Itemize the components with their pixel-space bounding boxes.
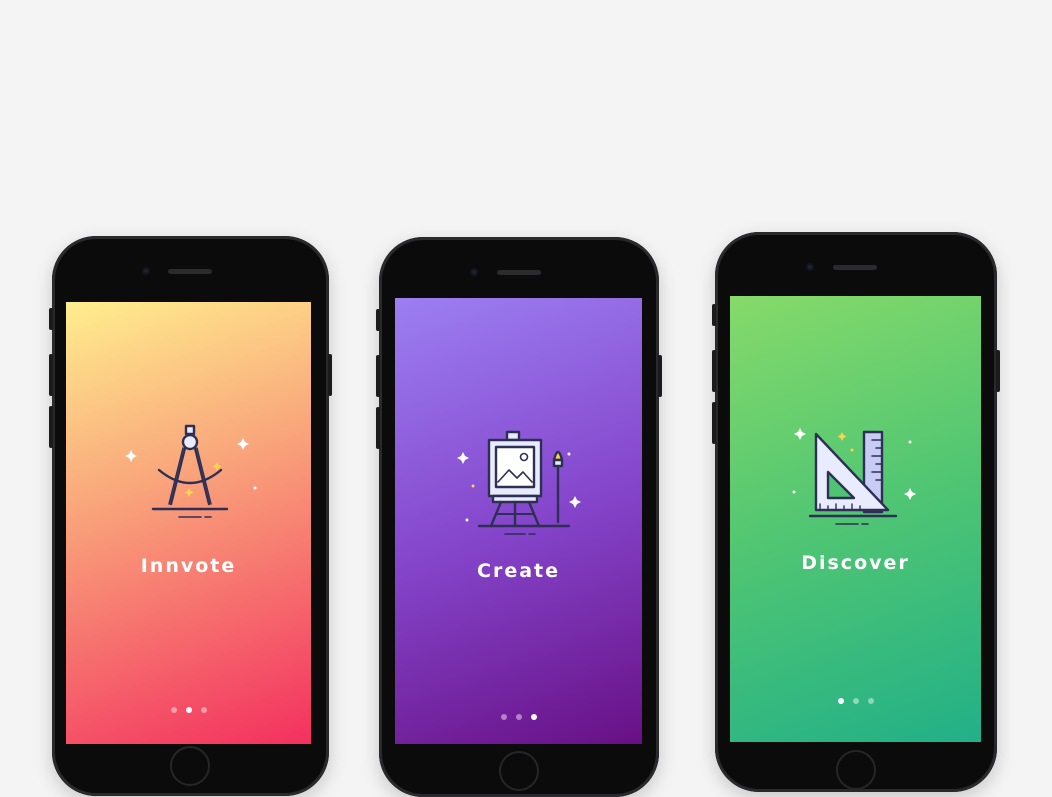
front-camera: [142, 267, 150, 275]
page-dot-3[interactable]: [530, 714, 537, 720]
page-dot-1[interactable]: [837, 698, 844, 704]
volume-down-button: [376, 407, 380, 449]
page-dot-2[interactable]: [185, 707, 192, 713]
front-camera: [806, 263, 814, 271]
page-dot-1[interactable]: [500, 714, 507, 720]
mute-switch: [376, 309, 380, 331]
mute-switch: [712, 304, 716, 326]
power-button: [996, 350, 1000, 392]
page-dot-2[interactable]: [852, 698, 859, 704]
screen-title: Discover: [801, 552, 910, 574]
compass-icon: [124, 424, 256, 518]
earpiece-speaker: [833, 265, 877, 270]
phone-mockup-1: Innvote: [49, 236, 332, 796]
earpiece-speaker: [168, 269, 212, 274]
volume-up-button: [712, 350, 716, 392]
home-button[interactable]: [836, 750, 876, 790]
page-dot-2[interactable]: [515, 714, 522, 720]
page-dot-3[interactable]: [200, 707, 207, 713]
set-square-ruler-illustration: [786, 416, 926, 536]
home-button[interactable]: [170, 746, 210, 786]
volume-up-button: [49, 354, 53, 396]
screen-discover: Discover: [730, 296, 981, 742]
set-square-ruler-icon: [792, 428, 916, 525]
power-button: [328, 354, 332, 396]
easel-illustration: [449, 426, 589, 546]
power-button: [658, 355, 662, 397]
screen-title: Create: [477, 560, 560, 582]
volume-up-button: [376, 355, 380, 397]
screen-create: Create: [395, 298, 642, 744]
volume-down-button: [49, 406, 53, 448]
earpiece-speaker: [497, 270, 541, 275]
front-camera: [470, 268, 478, 276]
page-indicator[interactable]: [395, 714, 642, 720]
phone-mockup-3: Discover: [712, 232, 1000, 792]
mute-switch: [49, 308, 53, 330]
volume-down-button: [712, 402, 716, 444]
easel-icon: [456, 430, 581, 535]
page-indicator[interactable]: [730, 698, 981, 704]
compass-illustration: [119, 418, 259, 538]
screen-title: Innvote: [140, 555, 237, 577]
page-dot-3[interactable]: [867, 698, 874, 704]
page-dot-1[interactable]: [170, 707, 177, 713]
home-button[interactable]: [499, 751, 539, 791]
phone-mockup-2: Create: [376, 237, 662, 797]
page-indicator[interactable]: [66, 707, 311, 713]
screen-innovate: Innvote: [66, 302, 311, 744]
